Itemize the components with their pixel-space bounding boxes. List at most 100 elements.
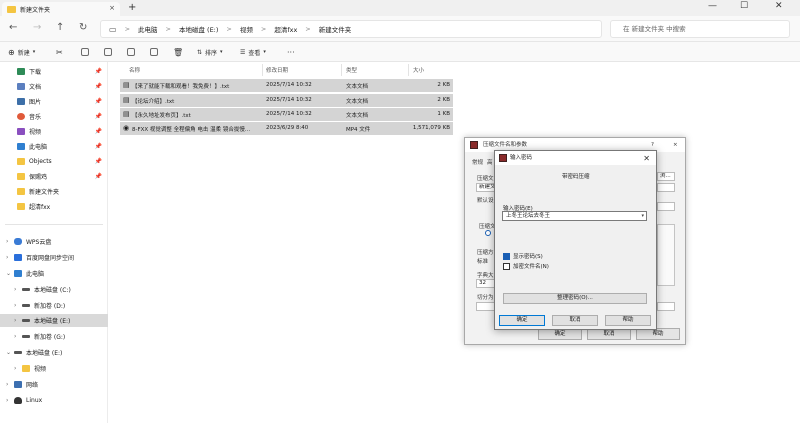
sidebar-item-network[interactable]: › 网络 [0,378,108,391]
options-select[interactable] [657,202,675,211]
column-header-modified[interactable]: 修改日期 [266,66,288,74]
column-header-name[interactable]: 名称 [129,66,140,74]
sidebar-item-chaoqing[interactable]: 超清fxx [0,200,108,213]
chevron-down-icon[interactable]: ▾ [641,212,644,220]
paste-icon[interactable] [104,46,112,58]
new-button[interactable]: ⊕ 新建 ▾ [8,46,35,58]
breadcrumb-separator: > [260,25,267,33]
tab-current[interactable]: 新建文件夹 × [2,2,120,16]
computer-icon: ▭ [109,24,117,34]
sidebar-item-videos[interactable]: 视频 📌 [0,125,108,138]
sidebar-item-documents[interactable]: 文档 📌 [0,80,108,93]
copy-icon[interactable] [81,46,89,58]
sidebar-item-linux[interactable]: › Linux [0,394,108,407]
file-date: 2025/7/14 10:32 [266,111,312,117]
search-input[interactable]: 在 新建文件夹 中搜索 [610,20,790,38]
pin-icon: 📌 [94,113,102,120]
show-password-checkbox[interactable]: 显示密码(S) [503,252,543,260]
text-file-icon: ▤ [123,96,130,104]
view-button[interactable]: ☰ 查看 ▾ [240,46,266,58]
sidebar-item-label: 保赐鸡 [29,174,48,181]
forward-icon[interactable]: → [33,22,41,33]
tab-general[interactable]: 常规 [472,158,483,166]
sidebar-item-drive-g[interactable]: › 新加卷 (G:) [0,330,108,343]
file-row[interactable]: ▤ 【永久地址发布页】.txt 2025/7/14 10:32 文本文档 1 K… [120,108,453,121]
close-icon[interactable]: ✕ [643,152,650,166]
sidebar-item-this-pc[interactable]: 此电脑 📌 [0,140,108,153]
text-file-icon: ▤ [123,110,130,118]
up-icon[interactable]: ↑ [56,22,64,33]
pin-icon: 📌 [94,68,102,75]
sidebar-item-new-folder[interactable]: 新建文件夹 [0,185,108,198]
tab-advanced[interactable]: 高 [487,158,493,166]
cancel-button[interactable]: 取消 [552,315,598,326]
checkbox-checked[interactable] [503,252,510,260]
close-icon[interactable]: × [673,138,678,152]
format-radio[interactable] [485,230,491,236]
back-icon[interactable]: ← [9,22,17,33]
breadcrumb-item[interactable]: 超清fxx [274,24,297,34]
new-tab-button[interactable]: + [128,2,136,13]
delete-icon[interactable]: 🗑 [173,46,183,58]
breadcrumb-item[interactable]: 视频 [240,24,253,34]
checkbox-unchecked[interactable] [503,262,510,270]
split-unit-select[interactable] [657,302,675,311]
refresh-icon[interactable]: ↻ [79,22,87,33]
sidebar-item-drive-c[interactable]: › 本地磁盘 (C:) [0,283,108,296]
dictionary-size-select[interactable]: 32 [476,279,496,288]
maximize-button[interactable]: ☐ [740,1,748,11]
computer-icon [17,143,25,150]
ok-button[interactable]: 确定 [499,315,545,326]
sidebar-item-folder[interactable]: 保赐鸡 📌 [0,170,108,183]
cut-icon[interactable]: ✂ [56,46,63,58]
sidebar-item-drive-d[interactable]: › 新加卷 (D:) [0,299,108,312]
sort-button[interactable]: ⇅ 排序 ▾ [197,46,223,58]
more-button[interactable]: ··· [287,46,295,58]
column-header-type[interactable]: 类型 [346,66,357,74]
pin-icon: 📌 [94,143,102,150]
password-input[interactable]: 上冬王论坛去冬王 ▾ [502,211,647,221]
file-row[interactable]: ◉ 8-FXX 视觉调整 全程偏角 电击 温柔 镜合拢慢... 2023/6/2… [120,122,453,135]
breadcrumb-item[interactable]: 此电脑 [138,24,158,34]
split-volumes-input[interactable] [476,302,496,311]
column-header-size[interactable]: 大小 [413,66,424,74]
rename-icon[interactable] [127,46,135,58]
chevron-right-icon: › [6,238,9,245]
breadcrumb-item[interactable]: 新建文件夹 [319,24,352,34]
encrypt-filenames-checkbox[interactable]: 加密文件名(N) [503,262,549,270]
update-mode-select[interactable] [657,183,675,192]
share-icon[interactable] [150,46,158,58]
sidebar-item-label: 视频 [29,129,42,136]
sidebar-item-label: 视频 [34,366,47,373]
browse-button[interactable]: 浏... [657,172,675,181]
minimize-button[interactable]: — [708,1,717,11]
sidebar-item-videos-tree[interactable]: › 视频 [0,362,108,375]
sidebar-item-wps[interactable]: › WPS云盘 [0,235,108,248]
sidebar-item-pictures[interactable]: 图片 📌 [0,95,108,108]
sidebar-item-baidu[interactable]: › 百度网盘同步空间 [0,251,108,264]
default-settings-label: 默认设 [477,198,494,204]
sidebar-item-label: 文档 [29,84,42,91]
sidebar-item-this-pc-tree[interactable]: ⌄ 此电脑 [0,267,108,280]
sidebar-item-objects[interactable]: Objects 📌 [0,155,108,168]
column-divider[interactable] [341,64,342,76]
picture-icon [17,98,25,105]
close-button[interactable]: ✕ [775,1,783,11]
tab-title: 新建文件夹 [20,6,51,14]
sidebar-item-downloads[interactable]: 下载 📌 [0,65,108,78]
sidebar-item-drive-e-root[interactable]: ⌄ 本地磁盘 (E:) [0,346,108,359]
compression-method-select[interactable]: 标准 [477,257,488,265]
sidebar-item-music[interactable]: 音乐 📌 [0,110,108,123]
file-row[interactable]: ▤ 【来了就能下载和观看！我免费！】.txt 2025/7/14 10:32 文… [120,79,453,92]
column-divider[interactable] [262,64,263,76]
breadcrumb-item[interactable]: 本地磁盘 (E:) [179,24,218,34]
organize-passwords-button[interactable]: 整理密码(O)... [503,293,647,304]
file-row[interactable]: ▤ 【论坛介绍】.txt 2025/7/14 10:32 文本文档 2 KB [120,94,453,107]
sidebar-item-label: 此电脑 [26,271,45,278]
column-divider[interactable] [408,64,409,76]
help-button[interactable]: 帮助 [605,315,651,326]
sidebar-item-drive-e[interactable]: › 本地磁盘 (E:) [0,314,108,327]
tab-close-button[interactable]: × [109,4,115,12]
file-name: 【永久地址发布页】.txt [132,113,191,119]
address-bar[interactable]: ▭ > 此电脑 > 本地磁盘 (E:) > 视频 > 超清fxx > 新建文件夹 [100,20,602,38]
